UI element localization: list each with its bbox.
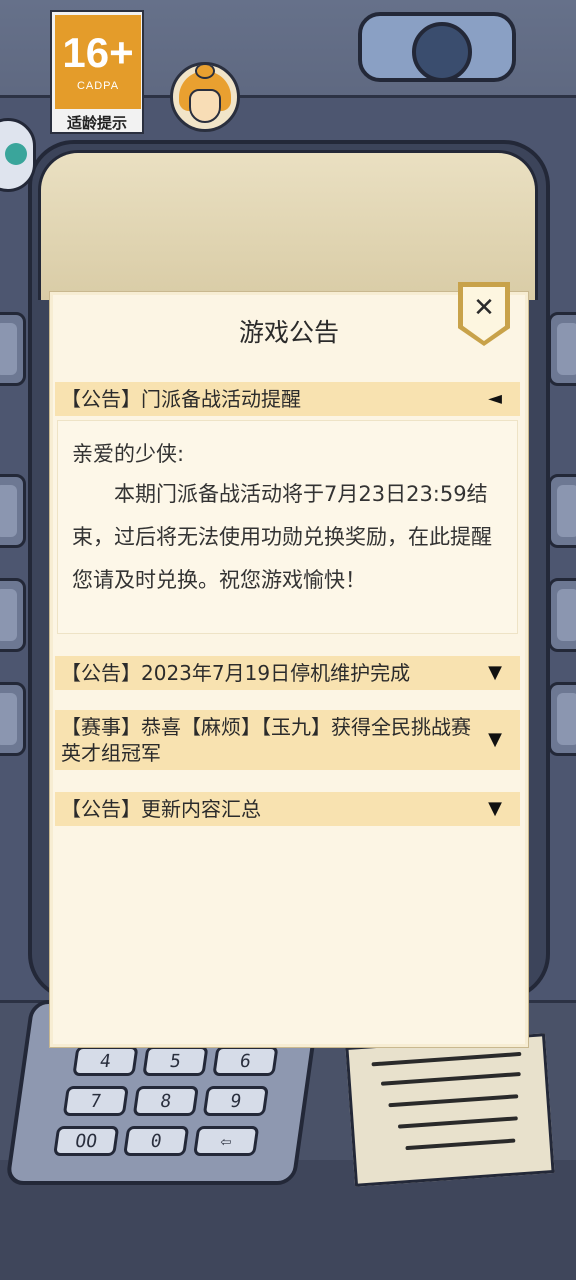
atm-side-button: [0, 312, 26, 386]
receipt-paper: [345, 1033, 555, 1187]
expand-arrow-icon: ▼: [488, 729, 502, 750]
avatar-hair-bun: [195, 65, 215, 79]
age-rating-org: CADPA: [76, 80, 120, 92]
keypad-key: 8: [132, 1086, 199, 1116]
age-rating-top: 16+ CADPA: [55, 15, 141, 109]
notice-header[interactable]: 【公告】更新内容汇总 ▼: [55, 792, 520, 826]
atm-side-button: [548, 474, 576, 548]
age-rating-badge[interactable]: 16+ CADPA 适龄提示: [50, 10, 144, 134]
avatar-face: [189, 89, 221, 123]
atm-side-button: [0, 578, 26, 652]
notice-header[interactable]: 【公告】门派备战活动提醒 ◄: [55, 382, 520, 416]
notice-header[interactable]: 【赛事】恭喜【麻烦】【玉九】获得全民挑战赛英才组冠军 ▼: [55, 710, 520, 770]
keypad-key: 0: [123, 1126, 190, 1156]
notice-title: 【公告】2023年7月19日停机维护完成: [61, 661, 411, 685]
atm-screen-glass: [38, 150, 538, 300]
keypad-key: OO: [53, 1126, 120, 1156]
notice-body: 亲爱的少侠: 本期门派备战活动将于7月23日23:59结束，过后将无法使用功勋兑…: [57, 420, 518, 634]
collapse-arrow-icon: ◄: [488, 388, 502, 409]
keypad-key: 6: [212, 1046, 279, 1076]
dialog-title: 游戏公告: [238, 318, 339, 347]
menu-tab-icon: [5, 143, 27, 165]
close-icon: ✕: [473, 293, 495, 323]
notice-title: 【赛事】恭喜【麻烦】【玉九】获得全民挑战赛英才组冠军: [61, 715, 471, 765]
keypad-key: 9: [202, 1086, 269, 1116]
notice-header[interactable]: 【公告】2023年7月19日停机维护完成 ▼: [55, 656, 520, 690]
keypad-key: 4: [72, 1046, 139, 1076]
atm-side-button: [548, 682, 576, 756]
age-rating-number: 16+: [62, 29, 134, 76]
keypad-key: ⇦: [193, 1126, 260, 1156]
notice-title: 【公告】更新内容汇总: [61, 797, 261, 821]
atm-side-button: [0, 682, 26, 756]
keypad-key: 7: [62, 1086, 129, 1116]
expand-arrow-icon: ▼: [488, 798, 502, 819]
atm-side-button: [548, 312, 576, 386]
keypad-key: 5: [142, 1046, 209, 1076]
atm-side-button: [0, 474, 26, 548]
notice-greeting: 亲爱的少侠:: [72, 442, 185, 466]
expand-arrow-icon: ▼: [488, 662, 502, 683]
camera-icon: [358, 12, 516, 82]
notice-title: 【公告】门派备战活动提醒: [61, 387, 301, 411]
notice-text: 本期门派备战活动将于7月23日23:59结束，过后将无法使用功勋兑换奖励，在此提…: [72, 482, 492, 592]
age-rating-label: 适龄提示: [66, 114, 127, 132]
atm-side-button: [548, 578, 576, 652]
player-avatar[interactable]: [170, 62, 240, 132]
